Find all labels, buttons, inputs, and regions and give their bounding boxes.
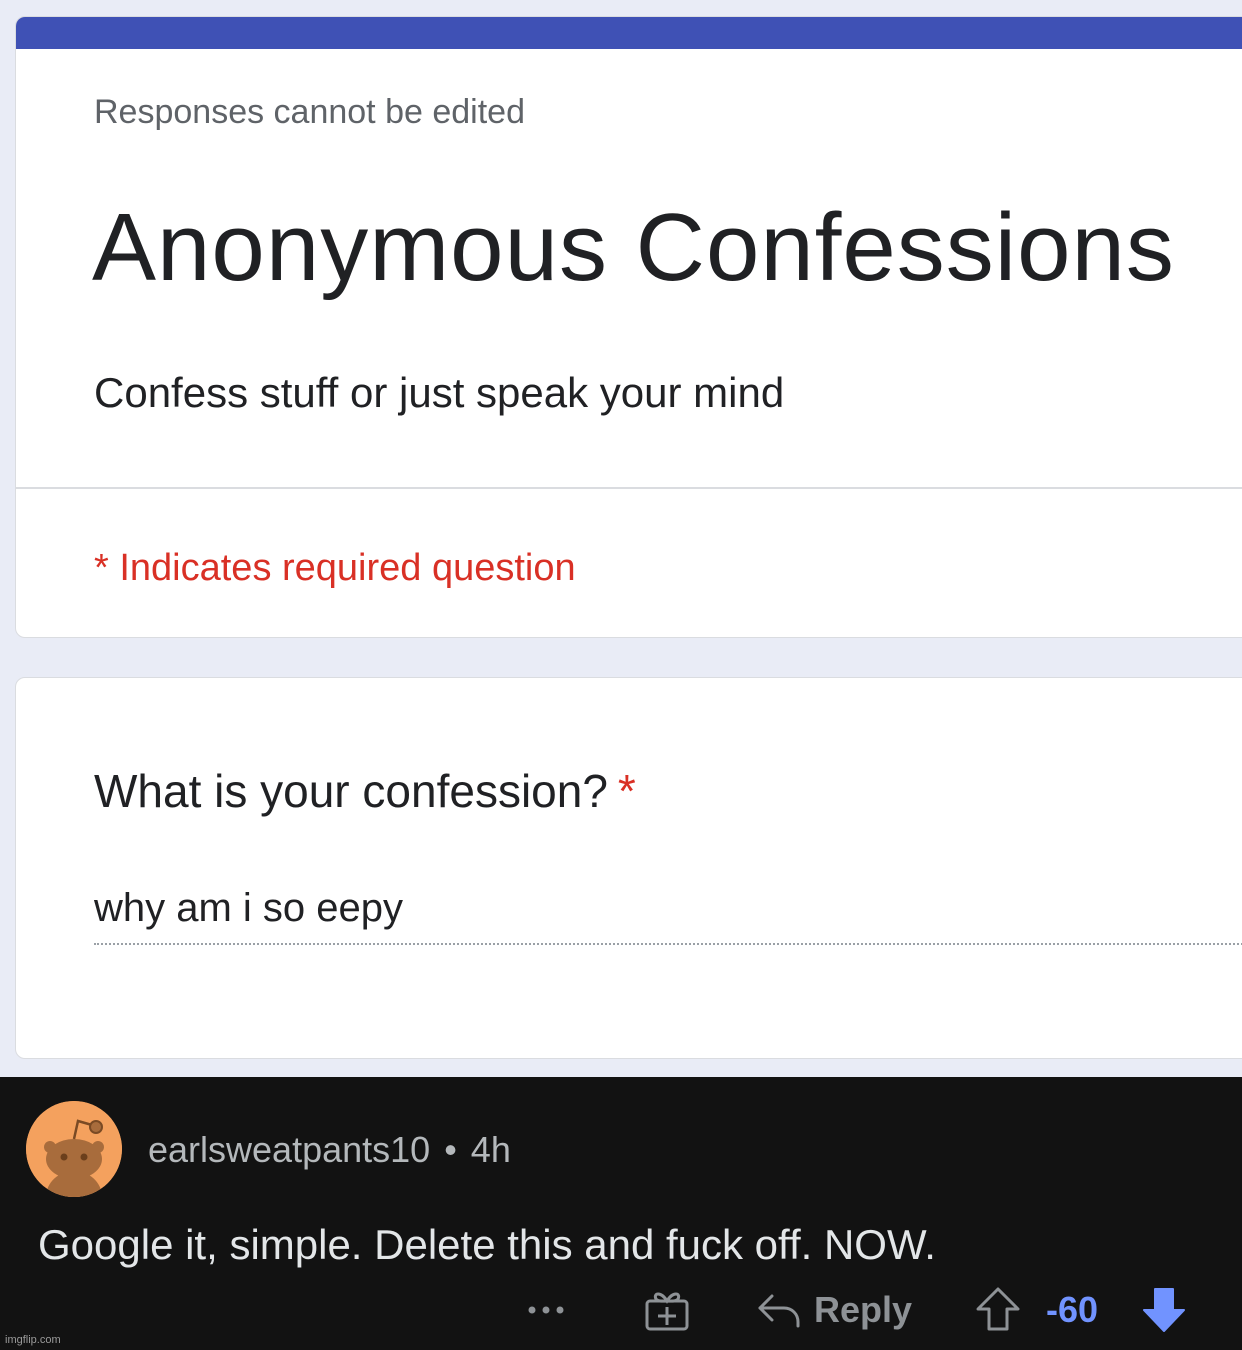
reply-arrow-icon bbox=[758, 1294, 800, 1328]
reply-label: Reply bbox=[814, 1289, 913, 1330]
form-title: Anonymous Confessions bbox=[92, 194, 1175, 301]
reply-button[interactable]: Reply bbox=[756, 1285, 912, 1335]
imgflip-watermark: imgflip.com bbox=[5, 1334, 61, 1346]
answer-field[interactable]: why am i so eepy bbox=[94, 886, 403, 931]
comment-body: Google it, simple. Delete this and fuck … bbox=[38, 1221, 936, 1268]
required-notice: * Indicates required question bbox=[94, 547, 576, 589]
meta-separator: • bbox=[444, 1129, 457, 1170]
edit-notice: Responses cannot be edited bbox=[94, 93, 525, 131]
comment-actions: Reply -60 bbox=[0, 1285, 1242, 1335]
comment-meta: earlsweatpants10 • 4h bbox=[148, 1129, 511, 1171]
form-accent-bar bbox=[16, 17, 1242, 49]
form-header-card: Responses cannot be edited Anonymous Con… bbox=[15, 16, 1242, 638]
answer-underline bbox=[94, 943, 1242, 945]
username[interactable]: earlsweatpants10 bbox=[148, 1129, 430, 1170]
vote-score: -60 bbox=[1046, 1289, 1099, 1330]
downvote-icon[interactable] bbox=[1140, 1285, 1188, 1333]
upvote-icon[interactable] bbox=[974, 1285, 1022, 1333]
question-card: What is your confession? * why am i so ee… bbox=[15, 677, 1242, 1059]
form-description: Confess stuff or just speak your mind bbox=[94, 369, 785, 416]
header-divider bbox=[16, 487, 1242, 489]
more-options-icon[interactable] bbox=[526, 1295, 570, 1325]
avatar[interactable] bbox=[26, 1101, 122, 1197]
required-star: * bbox=[617, 765, 636, 817]
question-label: What is your confession? * bbox=[94, 764, 636, 818]
comment-panel: earlsweatpants10 • 4h Google it, simple. D… bbox=[0, 1077, 1242, 1350]
snoo-avatar-icon bbox=[26, 1101, 122, 1197]
question-text: What is your confession? bbox=[94, 765, 608, 817]
comment-age: 4h bbox=[470, 1129, 511, 1170]
award-icon[interactable] bbox=[644, 1287, 690, 1333]
